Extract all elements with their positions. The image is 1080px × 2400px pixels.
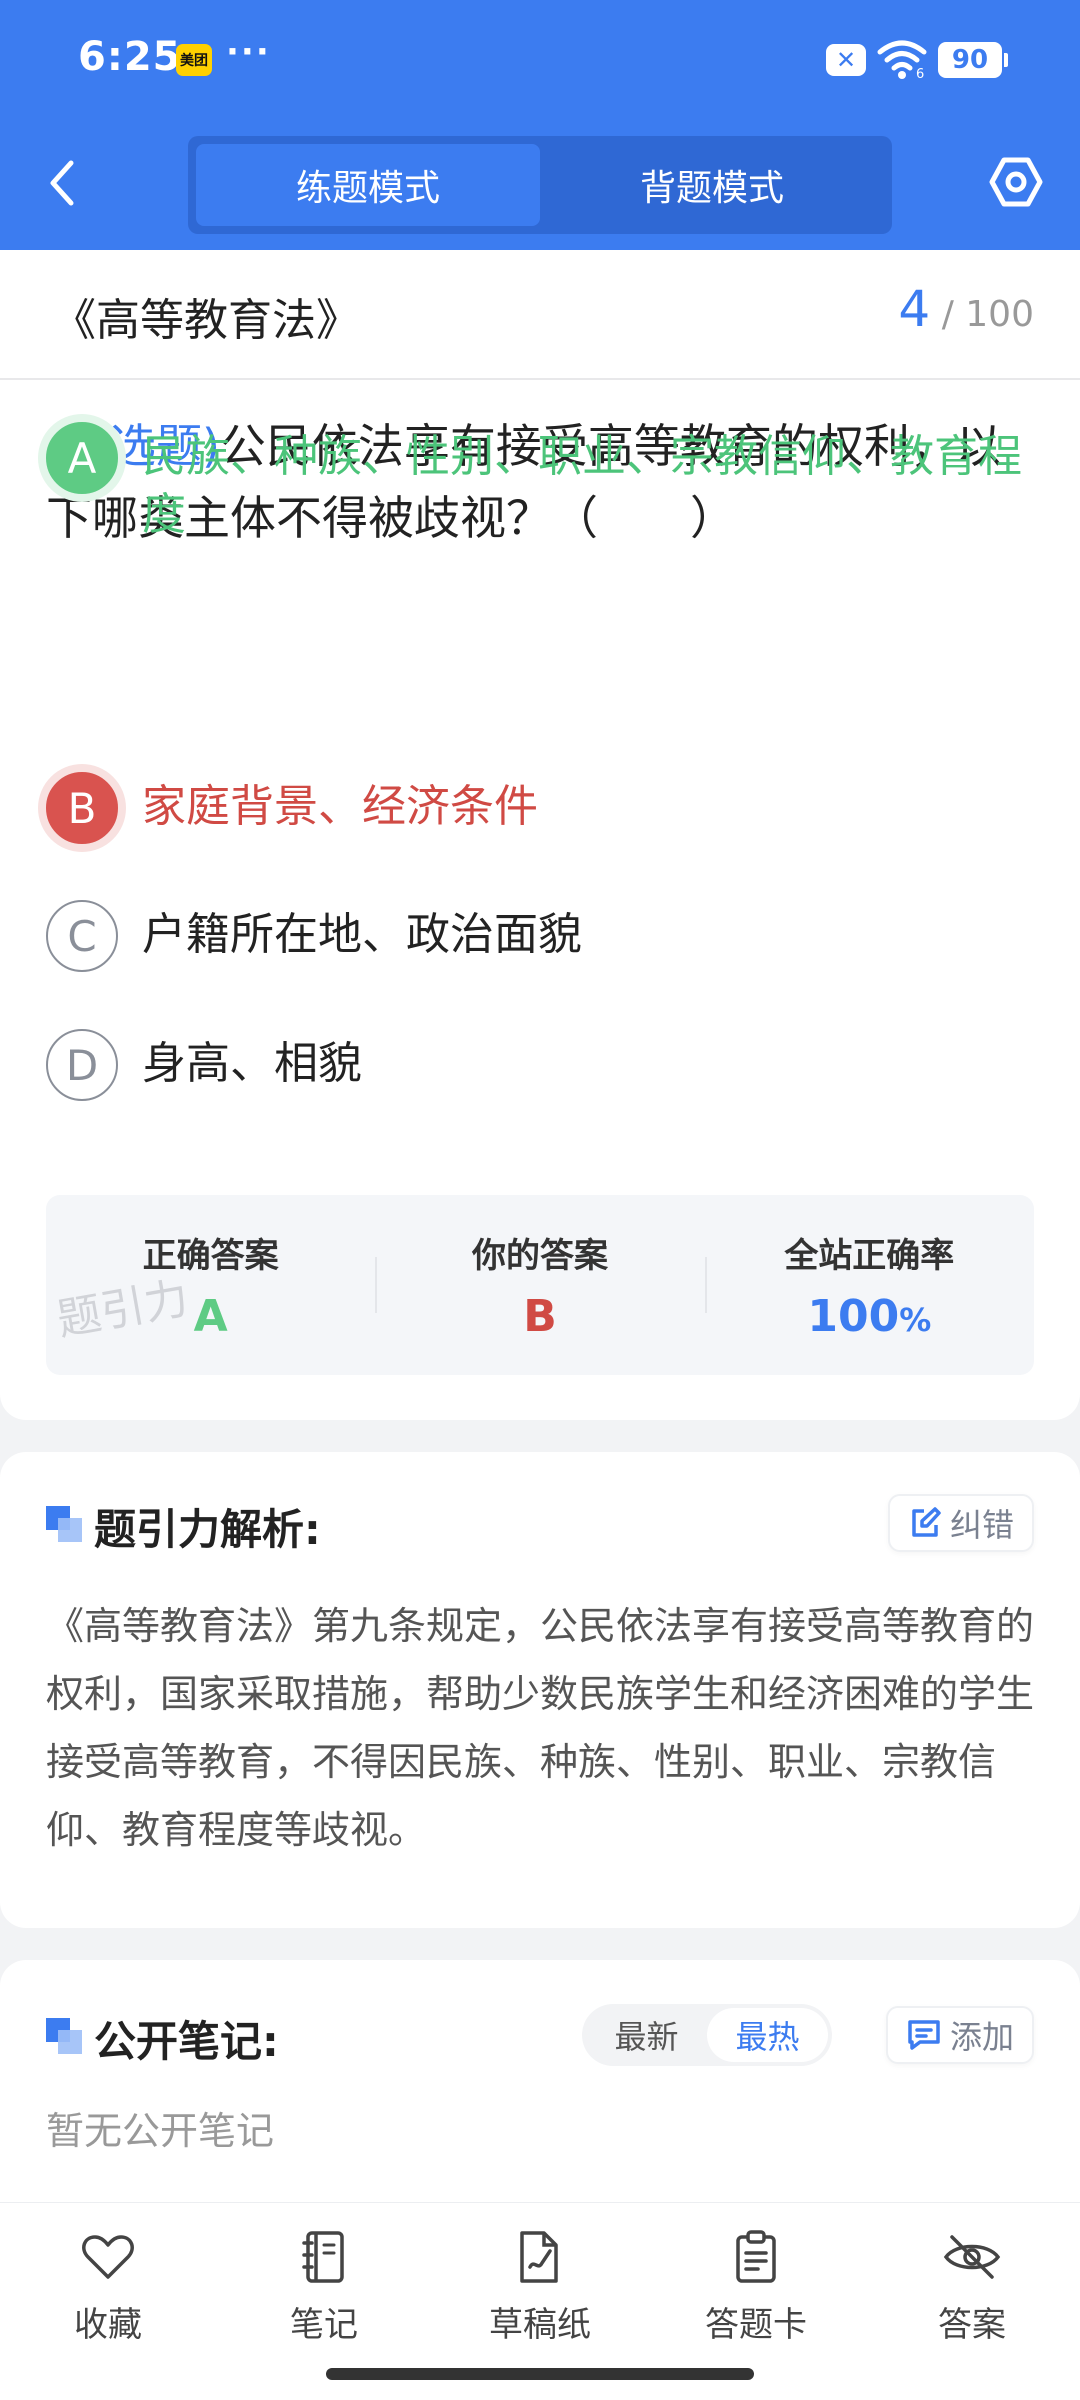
option-d[interactable]: D 身高、相貌	[46, 1029, 1026, 1101]
option-letter: C	[46, 900, 118, 972]
notes-title: 公开笔记:	[94, 2017, 279, 2066]
option-a[interactable]: A 民族、种族、性别、职业、宗教信仰、教育程度	[46, 422, 1026, 544]
sort-latest-tab[interactable]: 最新	[586, 2008, 707, 2062]
accuracy-number: 100	[807, 1291, 900, 1342]
status-bar: 6:25 美团 ··· ✕ 6 90	[0, 0, 1080, 120]
your-answer-col: 你的答案 B	[375, 1195, 704, 1375]
report-error-label: 纠错	[949, 1506, 1014, 1544]
comment-icon	[908, 2020, 940, 2050]
status-time: 6:25	[78, 34, 182, 80]
analysis-card: 题引力解析: 纠错 《高等教育法》第九条规定，公民依法享有接受高等教育的权利，国…	[0, 1452, 1080, 1928]
tab-practice-mode[interactable]: 练题模式	[196, 144, 540, 226]
mode-switch: 练题模式 背题模式	[188, 136, 892, 234]
answer-sheet-label: 答题卡	[705, 2305, 807, 2345]
section-icon	[46, 2018, 82, 2054]
add-note-button[interactable]: 添加	[885, 2006, 1034, 2064]
question-counter[interactable]: 4 / 100	[898, 280, 1034, 338]
chevron-left-icon	[50, 160, 74, 206]
home-indicator[interactable]	[326, 2368, 754, 2380]
your-answer-label: 你的答案	[471, 1236, 608, 1276]
counter-current: 4	[898, 280, 931, 338]
section-icon	[46, 1506, 82, 1542]
counter-total: 100	[965, 294, 1034, 335]
sort-hottest-tab[interactable]: 最热	[707, 2008, 828, 2062]
favorite-label: 收藏	[74, 2305, 142, 2345]
analysis-text: 《高等教育法》第九条规定，公民依法享有接受高等教育的权利，国家采取措施，帮助少数…	[46, 1604, 1035, 1852]
correct-answer-col: 正确答案 A 题引力	[46, 1195, 375, 1375]
no-sim-icon: ✕	[826, 44, 866, 76]
scratch-paper-label: 草稿纸	[489, 2305, 591, 2345]
favorite-button[interactable]: 收藏	[0, 2203, 216, 2400]
counter-separator: /	[941, 294, 954, 335]
more-notifications-icon: ···	[226, 32, 271, 72]
question-card: 《高等教育法》 4 / 100 (单选题)公民依法享有接受高等教育的权利，以下哪…	[0, 250, 1080, 1420]
svg-text:6: 6	[916, 67, 924, 80]
title-row: 《高等教育法》 4 / 100	[0, 250, 1080, 380]
watermark: 题引力	[53, 1272, 193, 1347]
back-button[interactable]	[40, 155, 84, 211]
analysis-title: 题引力解析:	[94, 1505, 321, 1554]
option-text: 户籍所在地、政治面貌	[142, 909, 582, 960]
add-note-label: 添加	[949, 2018, 1014, 2056]
answer-summary: 正确答案 A 题引力 你的答案 B 全站正确率 100%	[46, 1195, 1034, 1375]
option-b[interactable]: B 家庭背景、经济条件	[46, 772, 1026, 844]
wifi-icon: 6	[877, 40, 927, 80]
your-answer-value: B	[523, 1291, 557, 1342]
clipboard-icon	[736, 2230, 776, 2283]
report-error-button[interactable]: 纠错	[887, 1494, 1034, 1552]
correct-answer-value: A	[193, 1291, 228, 1342]
option-c[interactable]: C 户籍所在地、政治面貌	[46, 900, 1026, 972]
option-text: 民族、种族、性别、职业、宗教信仰、教育程度	[142, 431, 1022, 540]
accuracy-col: 全站正确率 100%	[704, 1195, 1034, 1375]
book-title: 《高等教育法》	[52, 295, 360, 346]
option-letter: B	[46, 772, 118, 844]
option-letter: A	[46, 422, 118, 494]
draft-icon	[520, 2231, 558, 2283]
accuracy-unit: %	[899, 1301, 932, 1339]
show-answer-label: 答案	[938, 2305, 1006, 2345]
tab-memorize-mode[interactable]: 背题模式	[540, 144, 884, 226]
option-letter: D	[46, 1029, 118, 1101]
empty-notes-text: 暂无公开笔记	[46, 2109, 275, 2153]
accuracy-label: 全站正确率	[784, 1236, 955, 1276]
notebook-icon	[302, 2231, 344, 2283]
show-answer-button[interactable]: 答案	[864, 2203, 1080, 2400]
option-text: 家庭背景、经济条件	[142, 781, 538, 832]
eye-off-icon	[943, 2235, 1001, 2279]
public-notes-card: 公开笔记: 最新 最热 添加 暂无公开笔记	[0, 1960, 1080, 2220]
option-text: 身高、相貌	[142, 1038, 362, 1089]
notes-label: 笔记	[290, 2305, 358, 2345]
meituan-app-icon: 美团	[176, 44, 212, 76]
app-header: 6:25 美团 ··· ✕ 6 90 练题模式 背题模式	[0, 0, 1080, 250]
settings-icon[interactable]	[988, 154, 1044, 210]
notes-sort-switch: 最新 最热	[582, 2004, 832, 2066]
edit-icon	[912, 1507, 941, 1537]
heart-icon	[82, 2235, 134, 2279]
battery-indicator: 90	[938, 42, 1008, 78]
accuracy-value: 100%	[807, 1291, 931, 1342]
